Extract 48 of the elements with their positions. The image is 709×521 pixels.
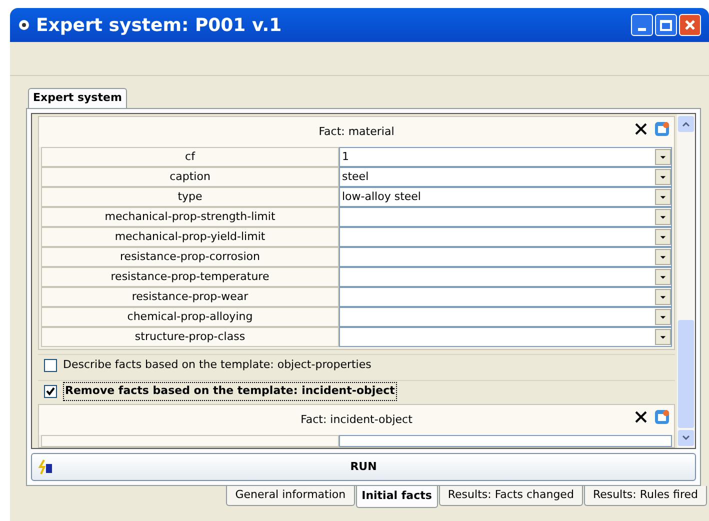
property-value-field[interactable] xyxy=(339,227,672,247)
property-value-field[interactable] xyxy=(339,267,672,287)
tab[interactable]: General information xyxy=(226,486,355,506)
checkbox[interactable] xyxy=(44,385,57,398)
caret-up-icon xyxy=(682,121,690,127)
tab[interactable]: Expert system xyxy=(28,88,127,108)
tab[interactable]: Initial facts xyxy=(356,486,438,508)
checkbox[interactable] xyxy=(44,359,57,372)
property-name: chemical-prop-alloying xyxy=(41,307,339,327)
property-value-field[interactable]: low-alloy steel xyxy=(339,187,672,207)
window-add-icon[interactable] xyxy=(654,121,670,137)
scroll-down-button[interactable] xyxy=(678,430,694,446)
property-value-field[interactable]: 1 xyxy=(339,147,672,167)
property-name: type xyxy=(41,187,339,207)
property-value-field[interactable] xyxy=(339,207,672,227)
tab[interactable]: Results: Facts changed xyxy=(438,486,583,506)
property-name: resistance-prop-temperature xyxy=(41,267,339,287)
tab[interactable]: Results: Rules fired xyxy=(584,486,707,506)
scroll-up-button[interactable] xyxy=(678,116,694,132)
window-add-icon[interactable] xyxy=(654,409,670,425)
property-value-field[interactable] xyxy=(339,307,672,327)
property-name: cf xyxy=(41,147,339,167)
caret-down-icon xyxy=(682,435,690,441)
property-name: caption xyxy=(41,167,339,187)
property-value-field[interactable]: steel xyxy=(339,167,672,187)
property-value-field[interactable] xyxy=(339,287,672,307)
close-icon xyxy=(684,19,696,31)
fact-title: Fact: incident-object xyxy=(300,412,412,428)
property-name: mechanical-prop-yield-limit xyxy=(41,227,339,247)
property-name: resistance-prop-wear xyxy=(41,287,339,307)
close-button[interactable] xyxy=(679,14,701,36)
fact-title: Fact: material xyxy=(318,124,394,140)
window-title: Expert system: P001 v.1 xyxy=(36,14,282,38)
run-button[interactable]: RUN xyxy=(31,453,696,481)
close-icon[interactable] xyxy=(634,122,648,136)
maximize-button[interactable] xyxy=(655,14,677,36)
checkbox-label[interactable]: Remove facts based on the template: incident-object xyxy=(63,382,397,401)
property-value-field[interactable] xyxy=(339,327,672,347)
property-name: structure-prop-class xyxy=(41,327,339,347)
property-name: resistance-prop-corrosion xyxy=(41,247,339,267)
property-value-field[interactable] xyxy=(339,247,672,267)
minimize-button[interactable] xyxy=(631,14,653,36)
scrollbar[interactable] xyxy=(677,114,695,448)
checkbox-label[interactable]: Describe facts based on the template: object-properties xyxy=(63,357,372,374)
property-value-field[interactable] xyxy=(339,435,672,447)
close-icon[interactable] xyxy=(634,410,648,424)
property-name: mechanical-prop-strength-limit xyxy=(41,207,339,227)
scroll-thumb[interactable] xyxy=(678,320,694,428)
